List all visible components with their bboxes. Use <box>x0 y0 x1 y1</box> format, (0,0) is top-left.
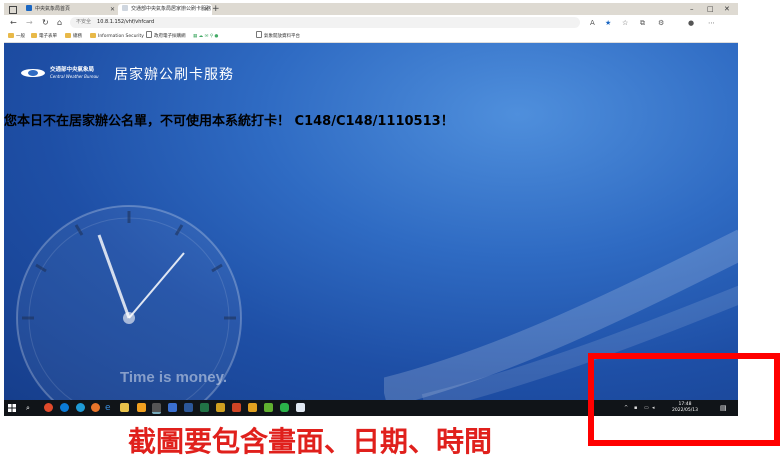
tab-cwb-home[interactable]: 中央氣象局首頁 ✕ <box>22 4 118 15</box>
favorites-icon[interactable]: ☆ <box>622 17 628 29</box>
line-icon[interactable] <box>280 403 289 412</box>
app-icon[interactable] <box>264 403 273 412</box>
ie-icon[interactable]: e <box>105 400 111 416</box>
error-message: 您本日不在居家辦公名單，不可使用本系統打卡！ C148/C148/1110513… <box>4 114 454 129</box>
instruction-caption: 截圖要包含畫面、日期、時間 <box>128 425 493 458</box>
minimize-icon[interactable]: – <box>690 3 694 15</box>
document-icon[interactable] <box>296 403 305 412</box>
site-favicon-icon <box>26 5 32 11</box>
new-tab-button[interactable]: + <box>212 3 220 15</box>
clock-face-decoration <box>16 205 242 400</box>
highlight-box <box>588 353 780 446</box>
refresh-icon[interactable]: ↻ <box>42 17 49 29</box>
close-tab-icon[interactable]: ✕ <box>204 4 209 15</box>
tab-bar: 中央氣象局首頁 ✕ 交通部中央氣象局居家辦公刷卡服務 ✕ + – □ ✕ <box>4 3 738 15</box>
service-title: 居家辦公刷卡服務 <box>114 67 234 83</box>
more-menu-icon[interactable]: ⋯ <box>708 17 715 29</box>
word-icon[interactable] <box>184 403 193 412</box>
org-name-block: 交通部中央氣象局 Central Weather Bureau <box>50 67 99 79</box>
bookmark-icons-group[interactable]: ▦ ☁ ✉ ⚲ ● <box>193 31 218 42</box>
bookmarks-bar: 一般 電子表單 總務 Information Security 政府電子採購網 … <box>4 31 738 43</box>
active-app-icon[interactable] <box>152 403 161 414</box>
back-icon[interactable]: ← <box>10 17 17 29</box>
maximize-icon[interactable]: □ <box>707 3 714 15</box>
folder-icon <box>8 33 14 38</box>
folder-icon <box>90 33 96 38</box>
folder-icon <box>65 33 71 38</box>
firefox-icon[interactable] <box>91 403 100 412</box>
collections-icon[interactable]: ⧉ <box>640 17 645 29</box>
cwb-logo <box>21 69 45 77</box>
tab-actions-icon[interactable] <box>9 6 17 14</box>
read-aloud-icon[interactable]: A <box>590 17 595 29</box>
not-secure-label: 不安全 <box>76 19 92 25</box>
chrome-icon[interactable] <box>44 403 53 412</box>
excel-icon[interactable] <box>200 403 209 412</box>
tab-label: 中央氣象局首頁 <box>35 6 71 12</box>
bookmark-folder[interactable]: 一般 <box>8 31 25 42</box>
notepad-icon[interactable] <box>216 403 225 412</box>
page-icon <box>146 31 152 38</box>
url-text: 10.8.1.152/vhf/vhfcard <box>97 19 155 25</box>
sticky-notes-icon[interactable] <box>137 403 146 412</box>
skype-icon[interactable] <box>76 403 85 412</box>
file-explorer-icon[interactable] <box>120 403 129 412</box>
site-favicon-icon <box>122 5 128 11</box>
org-name-en: Central Weather Bureau <box>50 74 99 79</box>
tab-card-service[interactable]: 交通部中央氣象局居家辦公刷卡服務 ✕ <box>118 4 212 15</box>
bookmark-link[interactable]: 氣象開放資料平台 <box>256 31 300 42</box>
url-field[interactable]: 不安全 10.8.1.152/vhf/vhfcard <box>70 17 580 28</box>
org-name: 交通部中央氣象局 <box>50 67 95 73</box>
tab-label: 交通部中央氣象局居家辦公刷卡服務 <box>131 6 212 12</box>
bookmark-folder[interactable]: Information Security <box>90 31 144 42</box>
close-tab-icon[interactable]: ✕ <box>110 4 115 15</box>
powerpoint-icon[interactable] <box>232 403 241 412</box>
profile-icon[interactable]: ● <box>688 17 694 29</box>
page-content: 交通部中央氣象局 Central Weather Bureau 居家辦公刷卡服務… <box>4 43 738 400</box>
home-icon[interactable]: ⌂ <box>57 17 62 29</box>
edge-icon[interactable] <box>60 403 69 412</box>
remote-desktop-icon[interactable] <box>168 403 177 412</box>
bookmark-folder[interactable]: 總務 <box>65 31 82 42</box>
search-icon[interactable]: ⌕ <box>26 400 30 416</box>
extensions-icon[interactable]: ⚙ <box>658 17 664 29</box>
bookmark-link[interactable]: 政府電子採購網 <box>146 31 186 42</box>
bookmark-folder[interactable]: 電子表單 <box>31 31 57 42</box>
forward-icon[interactable]: → <box>26 17 33 29</box>
windows-start-icon[interactable] <box>8 404 16 412</box>
close-window-icon[interactable]: ✕ <box>724 3 730 15</box>
paint-icon[interactable] <box>248 403 257 412</box>
folder-icon <box>31 33 37 38</box>
wallpaper-tagline: Time is money. <box>120 369 227 386</box>
address-bar-row: ← → ↻ ⌂ 不安全 10.8.1.152/vhf/vhfcard A ★ ☆ … <box>4 15 738 32</box>
page-icon <box>256 31 262 38</box>
favorite-star-icon[interactable]: ★ <box>605 17 611 29</box>
